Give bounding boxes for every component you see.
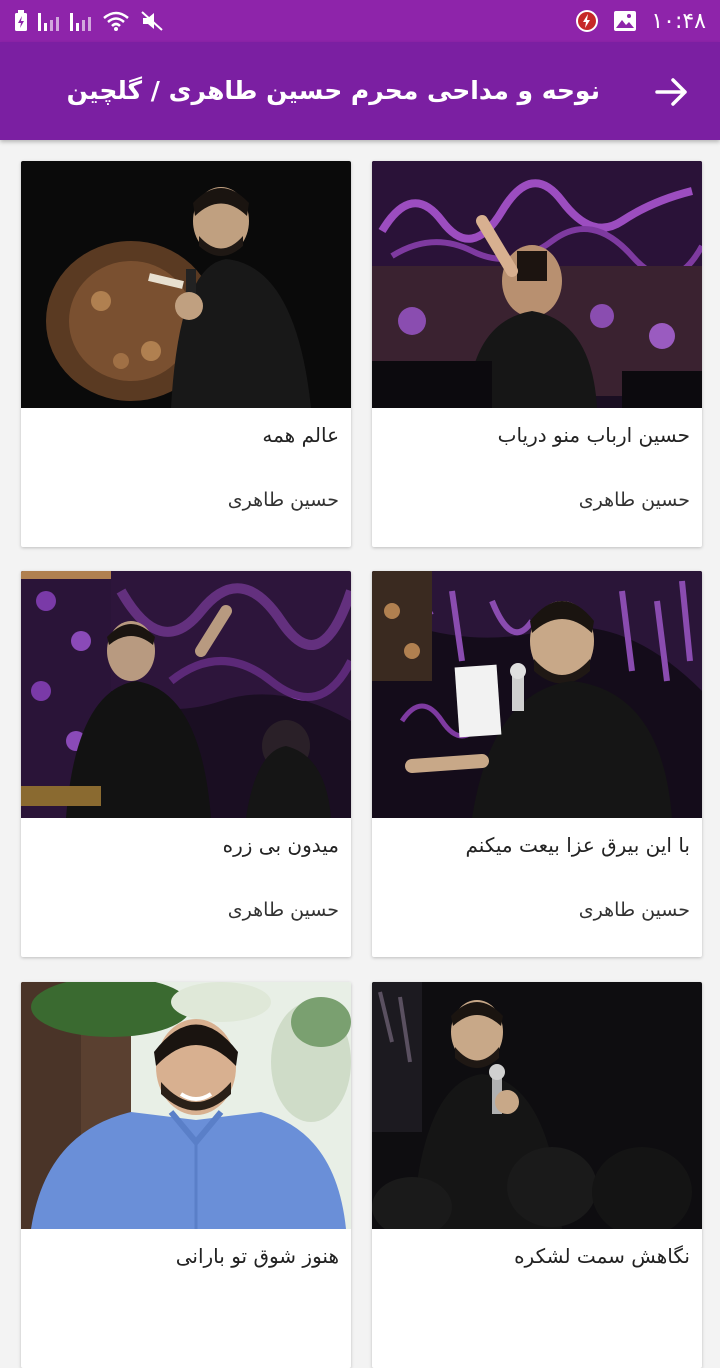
status-right-icons: ۱۰:۴۸ bbox=[575, 8, 706, 34]
arrow-right-icon bbox=[655, 78, 687, 106]
track-thumbnail bbox=[372, 161, 702, 408]
track-thumbnail bbox=[21, 161, 351, 408]
signal-icon bbox=[38, 8, 60, 34]
track-title: عالم همه bbox=[262, 423, 339, 447]
clock: ۱۰:۴۸ bbox=[651, 8, 706, 34]
track-card[interactable]: عالم همه حسین طاهری bbox=[21, 161, 351, 547]
track-card[interactable]: هنوز شوق تو بارانی bbox=[21, 982, 351, 1368]
track-artist: حسین طاهری bbox=[227, 489, 339, 511]
app-bar: نوحه و مداحی محرم حسین طاهری / گلچین bbox=[0, 42, 720, 140]
status-left-icons bbox=[14, 8, 164, 34]
notification-icon bbox=[575, 8, 599, 34]
track-card[interactable]: حسین ارباب منو دریاب حسین طاهری bbox=[372, 161, 702, 547]
battery-charging-icon bbox=[14, 8, 28, 34]
track-title: نگاهش سمت لشکره bbox=[514, 1244, 690, 1268]
track-grid: حسین ارباب منو دریاب حسین طاهری عالم همه bbox=[0, 140, 720, 1368]
track-card[interactable]: با این بیرق عزا بیعت میکنم حسین طاهری bbox=[372, 571, 702, 957]
track-thumbnail bbox=[21, 571, 351, 818]
track-title: حسین ارباب منو دریاب bbox=[497, 423, 690, 447]
gallery-icon bbox=[613, 8, 637, 34]
track-artist: حسین طاهری bbox=[578, 489, 690, 511]
track-artist: حسین طاهری bbox=[578, 899, 690, 921]
track-title: با این بیرق عزا بیعت میکنم bbox=[465, 833, 690, 857]
wifi-icon bbox=[102, 8, 130, 34]
track-thumbnail bbox=[372, 571, 702, 818]
status-bar: ۱۰:۴۸ bbox=[0, 0, 720, 42]
signal-icon bbox=[70, 8, 92, 34]
page-title: نوحه و مداحی محرم حسین طاهری / گلچین bbox=[66, 76, 600, 105]
track-card[interactable]: نگاهش سمت لشکره bbox=[372, 982, 702, 1368]
mute-icon bbox=[140, 8, 164, 34]
track-artist: حسین طاهری bbox=[227, 899, 339, 921]
back-button[interactable] bbox=[652, 72, 692, 112]
track-thumbnail bbox=[21, 982, 351, 1229]
track-card[interactable]: میدون بی زره حسین طاهری bbox=[21, 571, 351, 957]
track-title: هنوز شوق تو بارانی bbox=[175, 1244, 339, 1268]
track-thumbnail bbox=[372, 982, 702, 1229]
track-title: میدون بی زره bbox=[222, 833, 339, 857]
